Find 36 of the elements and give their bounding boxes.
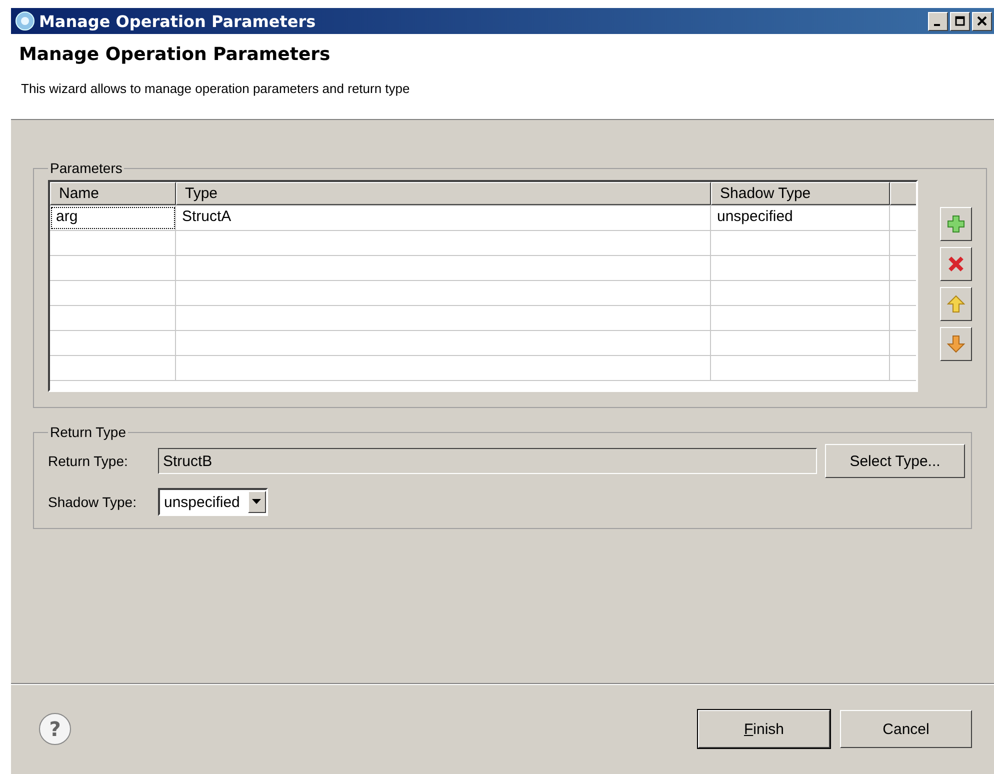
remove-button[interactable] — [940, 247, 972, 281]
wizard-title: Manage Operation Parameters — [19, 44, 332, 65]
maximize-icon — [955, 16, 965, 26]
add-button[interactable] — [940, 207, 972, 241]
minimize-icon — [934, 24, 940, 26]
up-button[interactable] — [940, 287, 972, 321]
plus-icon — [947, 215, 965, 233]
x-icon — [947, 255, 965, 273]
table-cell: arg — [50, 206, 176, 230]
up-arrow-icon — [947, 295, 965, 313]
down-button[interactable] — [940, 327, 972, 361]
window-title: Manage Operation Parameters — [39, 12, 317, 30]
close-button[interactable] — [972, 12, 992, 30]
help-button[interactable]: ? — [39, 713, 71, 745]
return-type-label: Return Type: — [48, 453, 129, 469]
close-icon — [977, 16, 987, 26]
app-icon — [15, 11, 35, 31]
group-label: Parameters — [49, 160, 124, 176]
table-row[interactable]: arg StructA unspecified — [50, 206, 916, 231]
table-cell: unspecified — [711, 206, 890, 230]
column-header[interactable]: Shadow Type — [711, 182, 890, 205]
column-header[interactable]: Type — [176, 182, 711, 205]
caret-icon — [252, 499, 262, 505]
column-header[interactable]: Name — [50, 182, 176, 205]
shadow-type-label: Shadow Type: — [48, 494, 138, 510]
group-label: Return Type — [49, 424, 128, 440]
finish-button[interactable]: Finish — [698, 710, 830, 748]
wizard-description: This wizard allows to manage operation parameters and return type — [21, 81, 411, 96]
maximize-button[interactable] — [950, 12, 970, 30]
return-type-field[interactable]: StructB — [158, 448, 817, 474]
shadow-type-dropdown[interactable]: unspecified — [158, 488, 268, 516]
down-arrow-icon — [947, 335, 965, 353]
cancel-button[interactable]: Cancel — [840, 710, 972, 748]
table-cell: StructA — [176, 206, 711, 230]
minimize-button[interactable] — [928, 12, 948, 30]
select-type-button[interactable]: Select Type... — [825, 444, 965, 478]
